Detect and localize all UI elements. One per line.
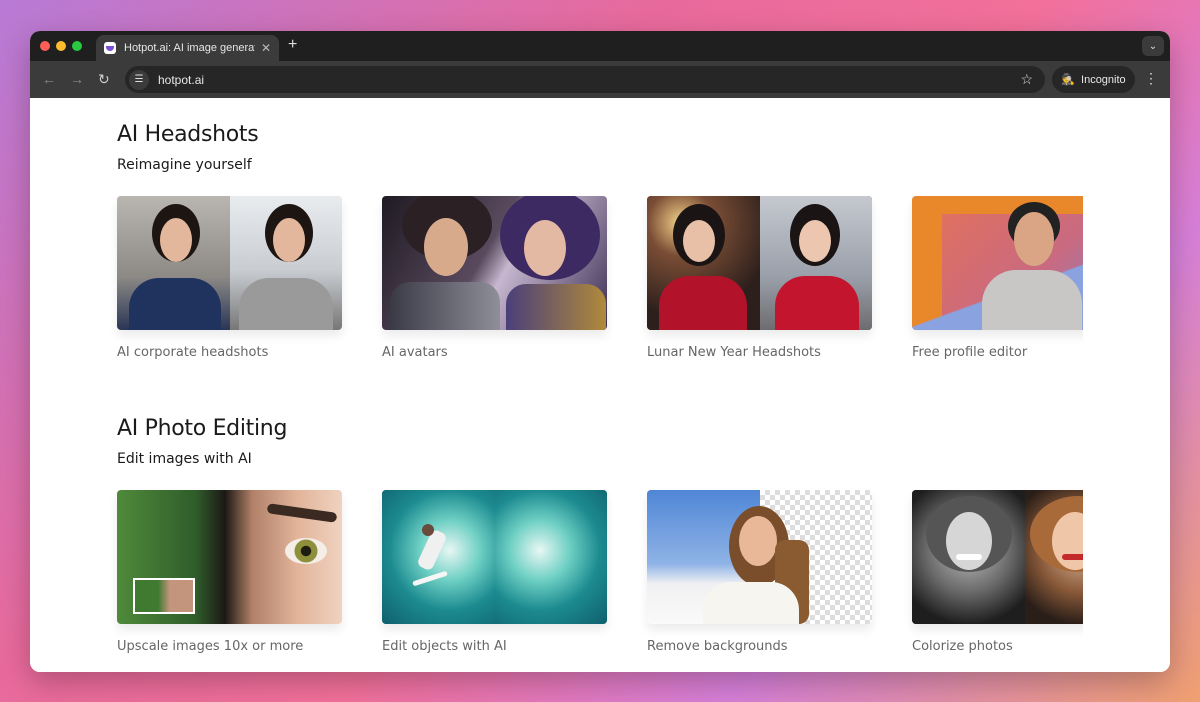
card-label[interactable]: Remove backgrounds bbox=[647, 639, 872, 654]
section-ai-headshots: AI Headshots Reimagine yourself bbox=[117, 122, 259, 173]
close-tab-icon[interactable]: ✕ bbox=[261, 41, 271, 55]
card-colorize-photos[interactable]: Colorize photos bbox=[912, 490, 1083, 654]
section-title: AI Headshots bbox=[117, 122, 259, 147]
bookmark-star-icon[interactable]: ☆ bbox=[1020, 71, 1033, 88]
close-window-button[interactable] bbox=[40, 41, 50, 51]
section-title: AI Photo Editing bbox=[117, 416, 288, 441]
card-row-photo-editing: Upscale images 10x or more Edit objects … bbox=[117, 490, 1083, 654]
card-image[interactable] bbox=[647, 196, 872, 330]
card-image[interactable] bbox=[912, 196, 1083, 330]
card-remove-backgrounds[interactable]: Remove backgrounds bbox=[647, 490, 872, 654]
new-tab-button[interactable]: + bbox=[288, 37, 297, 53]
tab-list-chevron-icon[interactable]: ⌄ bbox=[1142, 36, 1164, 56]
card-label[interactable]: AI avatars bbox=[382, 345, 607, 360]
card-image[interactable] bbox=[117, 196, 342, 330]
back-arrow-icon[interactable]: ← bbox=[42, 71, 56, 87]
card-image[interactable] bbox=[117, 490, 342, 624]
reload-icon[interactable]: ↻ bbox=[98, 71, 110, 87]
page-content: AI Headshots Reimagine yourself AI corpo… bbox=[30, 98, 1170, 672]
site-info-icon[interactable]: ☰ bbox=[129, 69, 149, 90]
card-label[interactable]: Edit objects with AI bbox=[382, 639, 607, 654]
card-free-profile-editor[interactable]: Free profile editor bbox=[912, 196, 1083, 360]
maximize-window-button[interactable] bbox=[72, 41, 82, 51]
forward-arrow-icon[interactable]: → bbox=[70, 71, 84, 87]
card-image[interactable] bbox=[647, 490, 872, 624]
tab-strip: Hotpot.ai: AI image generator ✕ + ⌄ bbox=[30, 31, 1170, 61]
card-lunar-new-year-headshots[interactable]: Lunar New Year Headshots bbox=[647, 196, 872, 360]
card-label[interactable]: Upscale images 10x or more bbox=[117, 639, 342, 654]
active-tab[interactable]: Hotpot.ai: AI image generator ✕ bbox=[96, 35, 279, 61]
card-image[interactable] bbox=[382, 196, 607, 330]
section-ai-photo-editing: AI Photo Editing Edit images with AI bbox=[117, 416, 287, 467]
card-label[interactable]: Lunar New Year Headshots bbox=[647, 345, 872, 360]
hotpot-favicon-icon bbox=[104, 42, 116, 54]
card-ai-corporate-headshots[interactable]: AI corporate headshots bbox=[117, 196, 342, 360]
card-edit-objects[interactable]: Edit objects with AI bbox=[382, 490, 607, 654]
card-row-headshots: AI corporate headshots AI avatars Lunar … bbox=[117, 196, 1083, 360]
incognito-icon: 🕵 bbox=[1061, 74, 1076, 86]
browser-window: Hotpot.ai: AI image generator ✕ + ⌄ ← → … bbox=[30, 31, 1170, 672]
card-upscale-images[interactable]: Upscale images 10x or more bbox=[117, 490, 342, 654]
menu-kebab-icon[interactable]: ⋮ bbox=[1144, 70, 1158, 87]
tab-title: Hotpot.ai: AI image generator bbox=[124, 42, 255, 54]
address-bar[interactable]: ☰ hotpot.ai ☆ bbox=[125, 66, 1045, 93]
card-label[interactable]: Free profile editor bbox=[912, 345, 1083, 360]
card-image[interactable] bbox=[912, 490, 1083, 624]
incognito-indicator[interactable]: 🕵 Incognito bbox=[1052, 66, 1135, 93]
content-clip: AI Headshots Reimagine yourself AI corpo… bbox=[30, 98, 1083, 672]
window-controls bbox=[40, 41, 82, 51]
card-image[interactable] bbox=[382, 490, 607, 624]
minimize-window-button[interactable] bbox=[56, 41, 66, 51]
incognito-label: Incognito bbox=[1081, 73, 1126, 86]
browser-toolbar: ← → ↻ ☰ hotpot.ai ☆ 🕵 Incognito ⋮ bbox=[30, 61, 1170, 98]
section-subtitle: Edit images with AI bbox=[117, 451, 252, 467]
card-label[interactable]: Colorize photos bbox=[912, 639, 1083, 654]
url-text[interactable]: hotpot.ai bbox=[158, 73, 1020, 87]
section-subtitle: Reimagine yourself bbox=[117, 157, 252, 173]
card-label[interactable]: AI corporate headshots bbox=[117, 345, 342, 360]
card-ai-avatars[interactable]: AI avatars bbox=[382, 196, 607, 360]
